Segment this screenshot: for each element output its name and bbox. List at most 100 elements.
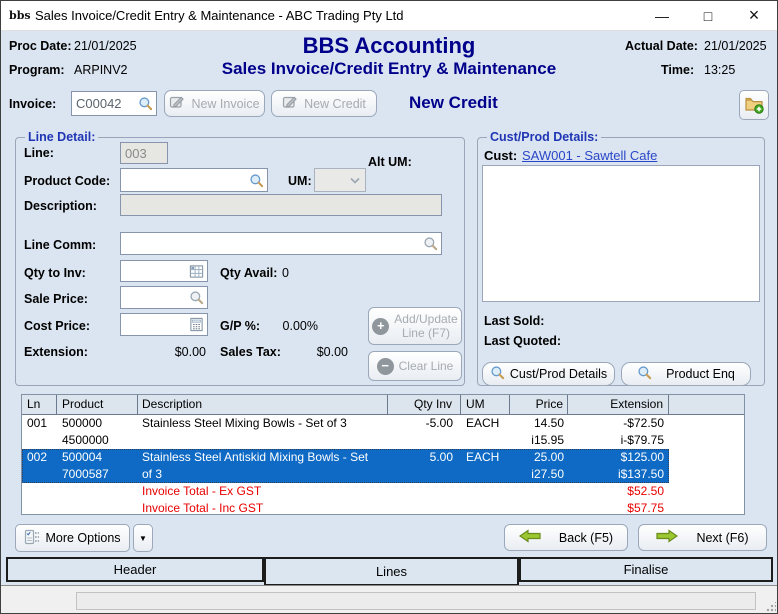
more-options-icon — [24, 529, 40, 548]
cost-price-input[interactable] — [121, 317, 189, 332]
sale-price-input[interactable] — [121, 290, 189, 305]
qty-lookup-icon[interactable] — [189, 264, 207, 279]
search-icon — [637, 365, 652, 383]
product-search-icon[interactable] — [249, 173, 267, 188]
cust-prod-details-label: Cust/Prod Details — [510, 367, 607, 381]
description-label: Description: — [24, 199, 97, 213]
cell-ln: 001 — [22, 415, 57, 432]
invoice-label: Invoice: — [9, 97, 56, 111]
time-value: 13:25 — [704, 63, 735, 77]
cell-extension: $125.00 — [568, 449, 669, 466]
cell-product: 7000587 — [57, 466, 138, 483]
maximize-icon[interactable]: □ — [685, 1, 731, 31]
add-update-line-label: Add/UpdateLine (F7) — [394, 312, 457, 340]
app-window: bbs Sales Invoice/Credit Entry & Mainten… — [0, 0, 778, 614]
calculator-icon[interactable] — [189, 317, 207, 332]
search-icon — [490, 365, 505, 383]
tab-header[interactable]: Header — [6, 557, 264, 582]
qty-to-inv-input[interactable] — [121, 264, 189, 279]
invoice-total-inc-gst-row: Invoice Total - Inc GST $57.75 — [22, 500, 744, 515]
cell-extension: i$137.50 — [568, 466, 669, 483]
qty-to-inv-field[interactable] — [120, 260, 208, 282]
line-comm-input[interactable] — [121, 236, 423, 251]
sale-price-search-icon[interactable] — [189, 290, 207, 305]
attach-documents-button[interactable] — [739, 90, 769, 120]
extension-value: $0.00 — [136, 345, 206, 359]
line-detail-group: Line: Alt UM: Product Code: UM: Descript… — [15, 137, 465, 386]
grid-header-row: Ln Product Description Qty Inv UM Price … — [22, 395, 744, 415]
new-credit-button[interactable]: New Credit — [271, 90, 377, 117]
cell-product: 500004 — [57, 449, 138, 466]
add-update-line-button[interactable]: + Add/UpdateLine (F7) — [368, 307, 462, 345]
product-code-input[interactable] — [121, 173, 249, 188]
qty-to-inv-label: Qty to Inv: — [24, 266, 86, 280]
cell-ln — [22, 466, 57, 483]
qty-avail-label: Qty Avail: — [220, 266, 277, 280]
new-invoice-button[interactable]: New Invoice — [164, 90, 265, 117]
cust-prod-notes-box[interactable] — [482, 165, 760, 302]
line-detail-group-label: Line Detail: — [25, 130, 98, 144]
more-options-dropdown-button[interactable]: ▼ — [133, 524, 153, 552]
total-label: Invoice Total - Inc GST — [138, 500, 388, 515]
cell-extension: i-$79.75 — [568, 432, 669, 449]
line-number-input — [121, 146, 167, 161]
next-button-label: Next (F6) — [696, 531, 748, 545]
clear-line-button[interactable]: − Clear Line — [368, 351, 462, 381]
invoice-number-field[interactable] — [71, 91, 157, 116]
column-header-um: UM — [461, 395, 510, 414]
cost-price-label: Cost Price: — [24, 319, 90, 333]
invoice-total-ex-gst-row: Invoice Total - Ex GST $52.50 — [22, 483, 744, 500]
sale-price-field[interactable] — [120, 286, 208, 309]
invoice-search-icon[interactable] — [138, 96, 156, 111]
table-row[interactable]: 001 500000 Stainless Steel Mixing Bowls … — [22, 415, 744, 449]
cost-price-field[interactable] — [120, 313, 208, 336]
cust-label: Cust: — [484, 148, 517, 163]
qty-avail-value: 0 — [282, 266, 289, 280]
tab-lines-label: Lines — [376, 564, 407, 579]
back-arrow-icon — [519, 529, 541, 546]
close-icon[interactable]: × — [731, 1, 777, 31]
table-row-selected[interactable]: 002 500004 Stainless Steel Antiskid Mixi… — [22, 449, 669, 483]
description-field — [120, 194, 442, 216]
actual-date-label: Actual Date: — [625, 39, 698, 53]
cell-price: i15.95 — [510, 432, 568, 449]
cell-um — [461, 432, 510, 449]
tab-finalise[interactable]: Finalise — [519, 557, 773, 582]
cell-product: 500000 — [57, 415, 138, 432]
product-enq-button[interactable]: Product Enq — [621, 362, 751, 386]
folder-add-icon — [744, 94, 764, 117]
um-select — [314, 168, 366, 192]
product-code-field[interactable] — [120, 168, 268, 192]
entry-mode-text: New Credit — [409, 93, 498, 113]
next-button[interactable]: Next (F6) — [638, 524, 767, 551]
tab-lines[interactable]: Lines — [264, 557, 519, 586]
line-comm-label: Line Comm: — [24, 238, 96, 252]
extension-label: Extension: — [24, 345, 88, 359]
last-sold-label: Last Sold: — [484, 314, 544, 328]
more-options-button[interactable]: More Options — [15, 524, 130, 552]
actual-date-value: 21/01/2025 — [704, 39, 767, 53]
new-document-icon — [282, 94, 298, 113]
invoice-number-input[interactable] — [72, 96, 138, 111]
description-input — [121, 198, 441, 213]
column-header-qty-inv: Qty Inv — [388, 395, 461, 414]
resize-grip[interactable] — [766, 602, 776, 612]
dropdown-arrow-icon: ▼ — [139, 534, 147, 543]
cust-prod-group: Cust: SAW001 - Sawtell Cafe Last Sold: L… — [477, 137, 765, 386]
cust-prod-details-button[interactable]: Cust/Prod Details — [482, 362, 615, 386]
title-bar: bbs Sales Invoice/Credit Entry & Mainten… — [1, 1, 777, 31]
cell-qty: -5.00 — [388, 415, 461, 432]
column-header-price: Price — [510, 395, 568, 414]
clear-line-label: Clear Line — [399, 359, 454, 373]
customer-link[interactable]: SAW001 - Sawtell Cafe — [522, 148, 657, 163]
app-logo-icon: bbs — [9, 7, 29, 25]
total-value: $57.75 — [568, 500, 669, 515]
cell-qty — [388, 432, 461, 449]
line-comm-field[interactable] — [120, 232, 442, 255]
line-comm-search-icon[interactable] — [423, 236, 441, 251]
back-button[interactable]: Back (F5) — [504, 524, 628, 551]
new-document-icon — [169, 94, 185, 113]
minimize-icon[interactable]: — — [639, 1, 685, 31]
cust-prod-group-label: Cust/Prod Details: — [487, 130, 601, 144]
cell-um: EACH — [461, 449, 510, 466]
